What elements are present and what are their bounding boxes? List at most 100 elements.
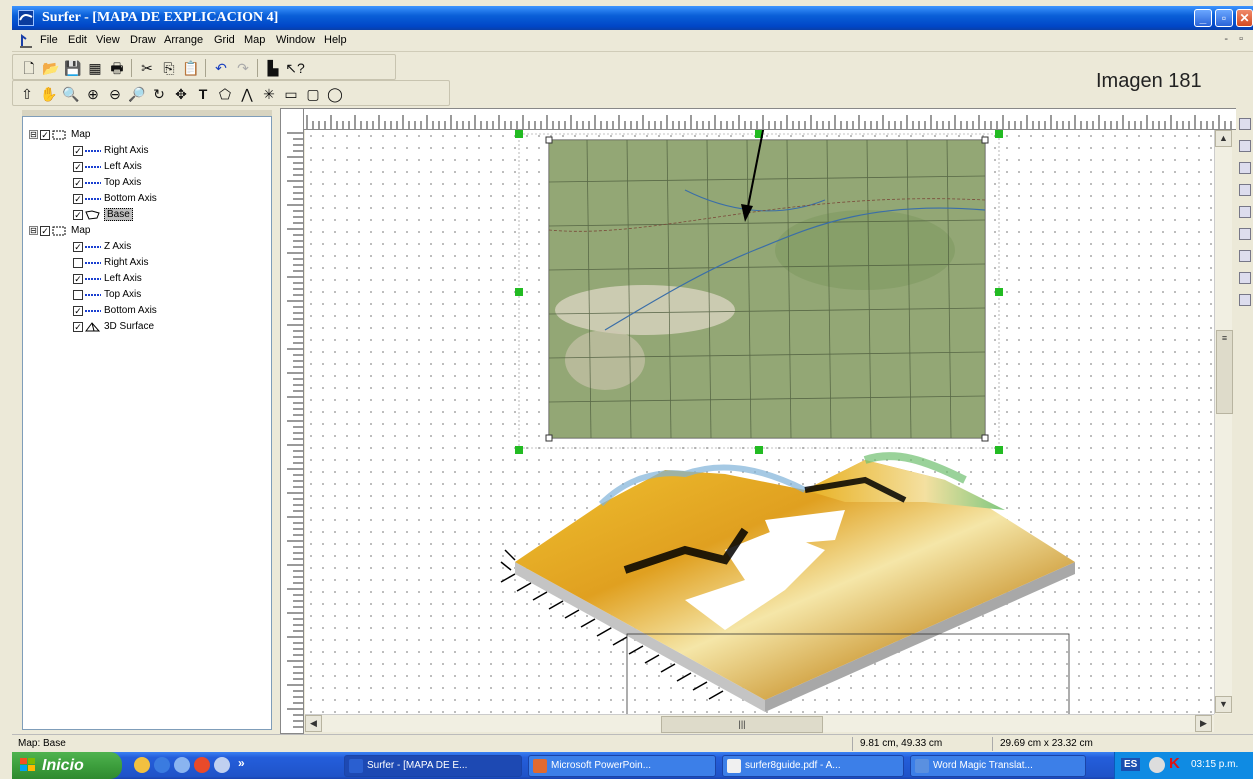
menu-grid[interactable]: Grid xyxy=(214,34,235,46)
open-folder-icon[interactable]: 📂 xyxy=(41,58,61,78)
menu-window[interactable]: Window xyxy=(276,34,315,46)
tree-item[interactable]: ⊟ ✓ Map xyxy=(29,223,90,238)
menu-draw[interactable]: Draw xyxy=(130,34,156,46)
tree-item[interactable]: ✓ Bottom Axis xyxy=(73,303,157,318)
task-surfer[interactable]: Surfer - [MAPA DE E... xyxy=(344,755,522,777)
tool-h-icon[interactable] xyxy=(1239,272,1251,284)
save-icon[interactable]: 💾 xyxy=(63,58,83,78)
tree-item[interactable]: ✓ Bottom Axis xyxy=(73,191,157,206)
symbol-tool-icon[interactable]: ✳ xyxy=(259,84,279,104)
zoom-out-icon[interactable]: ⊖ xyxy=(105,84,125,104)
tree-item[interactable]: ✓ Left Axis xyxy=(73,271,142,286)
visibility-checkbox[interactable]: ✓ xyxy=(73,193,83,204)
text-tool-icon[interactable]: T xyxy=(193,84,213,104)
menu-edit[interactable]: Edit xyxy=(68,34,87,46)
rounded-rectangle-tool-icon[interactable]: ▢ xyxy=(303,84,323,104)
visibility-checkbox[interactable]: ✓ xyxy=(73,321,83,332)
tray-network-icon[interactable] xyxy=(1149,757,1165,773)
quicklaunch-messenger-icon[interactable] xyxy=(134,757,150,773)
scroll-right-button[interactable]: ▶ xyxy=(1195,715,1212,732)
print-icon[interactable]: 🖶 xyxy=(107,58,127,78)
menu-file[interactable]: File xyxy=(40,34,58,46)
quicklaunch-ie-icon[interactable] xyxy=(154,757,170,773)
menu-help[interactable]: Help xyxy=(324,34,347,46)
pan-hand-icon[interactable]: ✋ xyxy=(39,84,59,104)
tree-item[interactable]: ✓ Base xyxy=(73,207,133,222)
start-button[interactable]: Inicio xyxy=(12,752,122,779)
surfer-app-icon[interactable] xyxy=(18,10,34,26)
zoom-page-icon[interactable]: 🔎 xyxy=(127,84,147,104)
worksheet-icon[interactable]: ▦ xyxy=(85,58,105,78)
undo-icon[interactable]: ↶ xyxy=(211,58,231,78)
tool-c-icon[interactable] xyxy=(1239,162,1251,174)
collapse-toggle-icon[interactable]: ⊟ xyxy=(29,130,38,139)
quicklaunch-explorer-icon[interactable] xyxy=(174,757,190,773)
title-bar[interactable]: Surfer - [MAPA DE EXPLICACION 4] _ ▫ ✕ xyxy=(12,6,1253,30)
scroll-up-button[interactable]: ▲ xyxy=(1215,130,1232,147)
minimize-button[interactable]: _ xyxy=(1194,9,1212,27)
tool-e-icon[interactable] xyxy=(1239,206,1251,218)
redo-icon[interactable]: ↷ xyxy=(233,58,253,78)
visibility-checkbox[interactable]: ✓ xyxy=(73,145,83,156)
scroll-down-button[interactable]: ▼ xyxy=(1215,696,1232,713)
tree-item[interactable]: ⊟ ✓ Map xyxy=(29,127,90,142)
select-arrow-icon[interactable]: ⇧ xyxy=(17,84,37,104)
move-icon[interactable]: ✥ xyxy=(171,84,191,104)
language-indicator[interactable]: ES xyxy=(1121,758,1141,771)
quicklaunch-media-icon[interactable] xyxy=(194,757,210,773)
tree-item[interactable]: ✓ Left Axis xyxy=(73,159,142,174)
object-manager-icon[interactable]: ▙ xyxy=(263,58,283,78)
tree-item[interactable]: ✓ 3D Surface xyxy=(73,319,154,334)
task-pdf[interactable]: surfer8guide.pdf - A... xyxy=(722,755,904,777)
close-button[interactable]: ✕ xyxy=(1236,9,1253,27)
tool-i-icon[interactable] xyxy=(1239,294,1251,306)
visibility-checkbox[interactable]: ✓ xyxy=(73,177,83,188)
menu-arrange[interactable]: Arrange xyxy=(164,34,203,46)
ellipse-tool-icon[interactable]: ◯ xyxy=(325,84,345,104)
tray-antivirus-icon[interactable]: K xyxy=(1169,755,1180,772)
polyline-tool-icon[interactable]: ⋀ xyxy=(237,84,257,104)
paste-icon[interactable]: 📋 xyxy=(181,58,201,78)
quicklaunch-tool-icon[interactable] xyxy=(214,757,230,773)
menu-map[interactable]: Map xyxy=(244,34,265,46)
rectangle-tool-icon[interactable]: ▭ xyxy=(281,84,301,104)
task-powerpoint[interactable]: Microsoft PowerPoin... xyxy=(528,755,716,777)
visibility-checkbox[interactable]: ✓ xyxy=(73,209,83,220)
context-help-icon[interactable]: ↖? xyxy=(285,58,305,78)
tool-f-icon[interactable] xyxy=(1239,228,1251,240)
plot-canvas[interactable] xyxy=(305,130,1214,714)
tree-item[interactable]: ✓ Top Axis xyxy=(73,175,141,190)
visibility-checkbox[interactable]: ✓ xyxy=(40,129,50,140)
new-document-icon[interactable]: 🗋 xyxy=(19,58,39,78)
polygon-tool-icon[interactable]: ⬠ xyxy=(215,84,235,104)
copy-icon[interactable]: ⎘ xyxy=(159,58,179,78)
horizontal-scroll-thumb[interactable]: ||| xyxy=(661,716,823,733)
base-map[interactable] xyxy=(548,139,986,439)
tree-item[interactable]: Top Axis xyxy=(73,287,141,302)
visibility-checkbox[interactable]: ✓ xyxy=(40,225,50,236)
tool-b-icon[interactable] xyxy=(1239,140,1251,152)
visibility-checkbox[interactable] xyxy=(73,289,83,300)
scroll-left-button[interactable]: ◀ xyxy=(305,715,322,732)
vertical-scrollbar[interactable]: ▲ ≡ ▼ xyxy=(1214,130,1233,714)
visibility-checkbox[interactable]: ✓ xyxy=(73,305,83,316)
3d-surface[interactable] xyxy=(500,452,1075,714)
tree-item[interactable]: Right Axis xyxy=(73,255,148,270)
visibility-checkbox[interactable]: ✓ xyxy=(73,161,83,172)
visibility-checkbox[interactable]: ✓ xyxy=(73,273,83,284)
horizontal-scrollbar[interactable]: ◀ ||| ▶ xyxy=(305,714,1214,733)
cut-icon[interactable]: ✂ xyxy=(137,58,157,78)
document-icon[interactable] xyxy=(18,33,34,49)
collapse-toggle-icon[interactable]: ⊟ xyxy=(29,226,38,235)
mdi-controls[interactable]: - ▫ xyxy=(1224,33,1247,45)
vertical-scroll-thumb[interactable]: ≡ xyxy=(1216,330,1233,414)
maximize-button[interactable]: ▫ xyxy=(1215,9,1233,27)
visibility-checkbox[interactable] xyxy=(73,257,83,268)
tool-a-icon[interactable] xyxy=(1239,118,1251,130)
tool-g-icon[interactable] xyxy=(1239,250,1251,262)
task-wordmagic[interactable]: Word Magic Translat... xyxy=(910,755,1086,777)
menu-view[interactable]: View xyxy=(96,34,120,46)
quicklaunch-overflow-icon[interactable]: » xyxy=(238,756,245,770)
zoom-in-icon[interactable]: ⊕ xyxy=(83,84,103,104)
tree-item[interactable]: ✓ Right Axis xyxy=(73,143,148,158)
